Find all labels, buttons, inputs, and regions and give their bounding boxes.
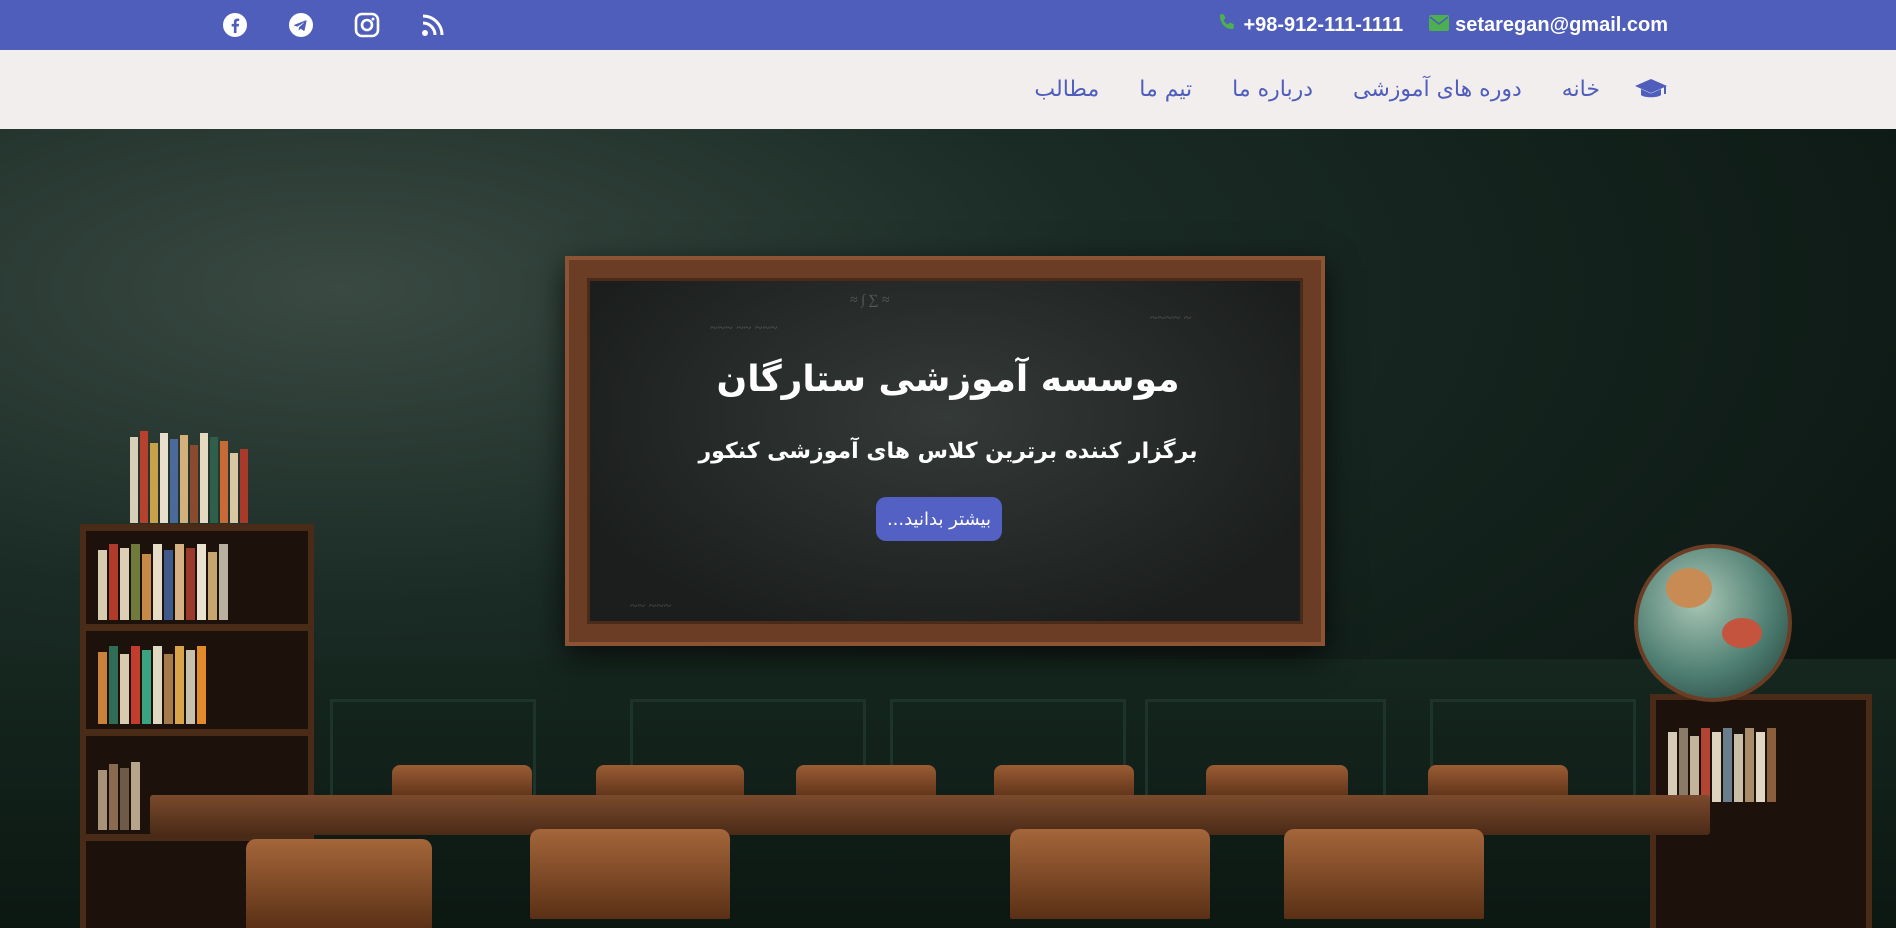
chair [796, 765, 936, 799]
globe-decoration [1634, 544, 1792, 702]
email-contact[interactable]: setaregan@gmail.com [1429, 14, 1668, 37]
graduation-cap-icon[interactable] [1634, 75, 1668, 105]
top-bar: +98-912-111-1111 setaregan@gmail.com [0, 0, 1896, 50]
nav-item-about[interactable]: درباره ما [1232, 77, 1313, 102]
chair [994, 765, 1134, 799]
chair [392, 765, 532, 799]
contact-info: +98-912-111-1111 setaregan@gmail.com [1217, 0, 1668, 50]
phone-icon [1217, 12, 1237, 38]
phone-number: +98-912-111-1111 [1243, 13, 1404, 36]
chair [1010, 829, 1210, 919]
chair [530, 829, 730, 919]
telegram-icon[interactable] [288, 12, 314, 38]
learn-more-button[interactable]: بیشتر بدانید... [876, 497, 1002, 541]
email-address: setaregan@gmail.com [1455, 13, 1668, 36]
envelope-icon [1429, 14, 1450, 37]
social-links [222, 0, 446, 50]
hero-subtitle: برگزار کننده برترین کلاس های آموزشی کنکو… [698, 439, 1198, 464]
nav-item-home[interactable]: خانه [1562, 77, 1600, 102]
instagram-icon[interactable] [354, 12, 380, 38]
hero-section: ≈ ∫ ∑ ≈ ~~~ ~~ ~~~ ~~~~ ~ ~~ ~~~ موسسه آ… [0, 129, 1896, 928]
nav-menu: مطالب تیم ما درباره ما دوره های آموزشی خ… [1034, 50, 1668, 129]
phone-contact[interactable]: +98-912-111-1111 [1217, 12, 1403, 38]
chair [1428, 765, 1568, 799]
chair [1206, 765, 1348, 799]
chair [596, 765, 744, 799]
nav-item-team[interactable]: تیم ما [1139, 77, 1192, 102]
nav-item-courses[interactable]: دوره های آموزشی [1353, 77, 1522, 102]
nav-item-blog[interactable]: مطالب [1034, 77, 1099, 102]
chair [246, 839, 432, 928]
hero-title: موسسه آموزشی ستارگان [716, 359, 1180, 400]
chair [1284, 829, 1484, 919]
facebook-icon[interactable] [222, 12, 248, 38]
main-navbar: مطالب تیم ما درباره ما دوره های آموزشی خ… [0, 50, 1896, 130]
rss-icon[interactable] [420, 12, 446, 38]
